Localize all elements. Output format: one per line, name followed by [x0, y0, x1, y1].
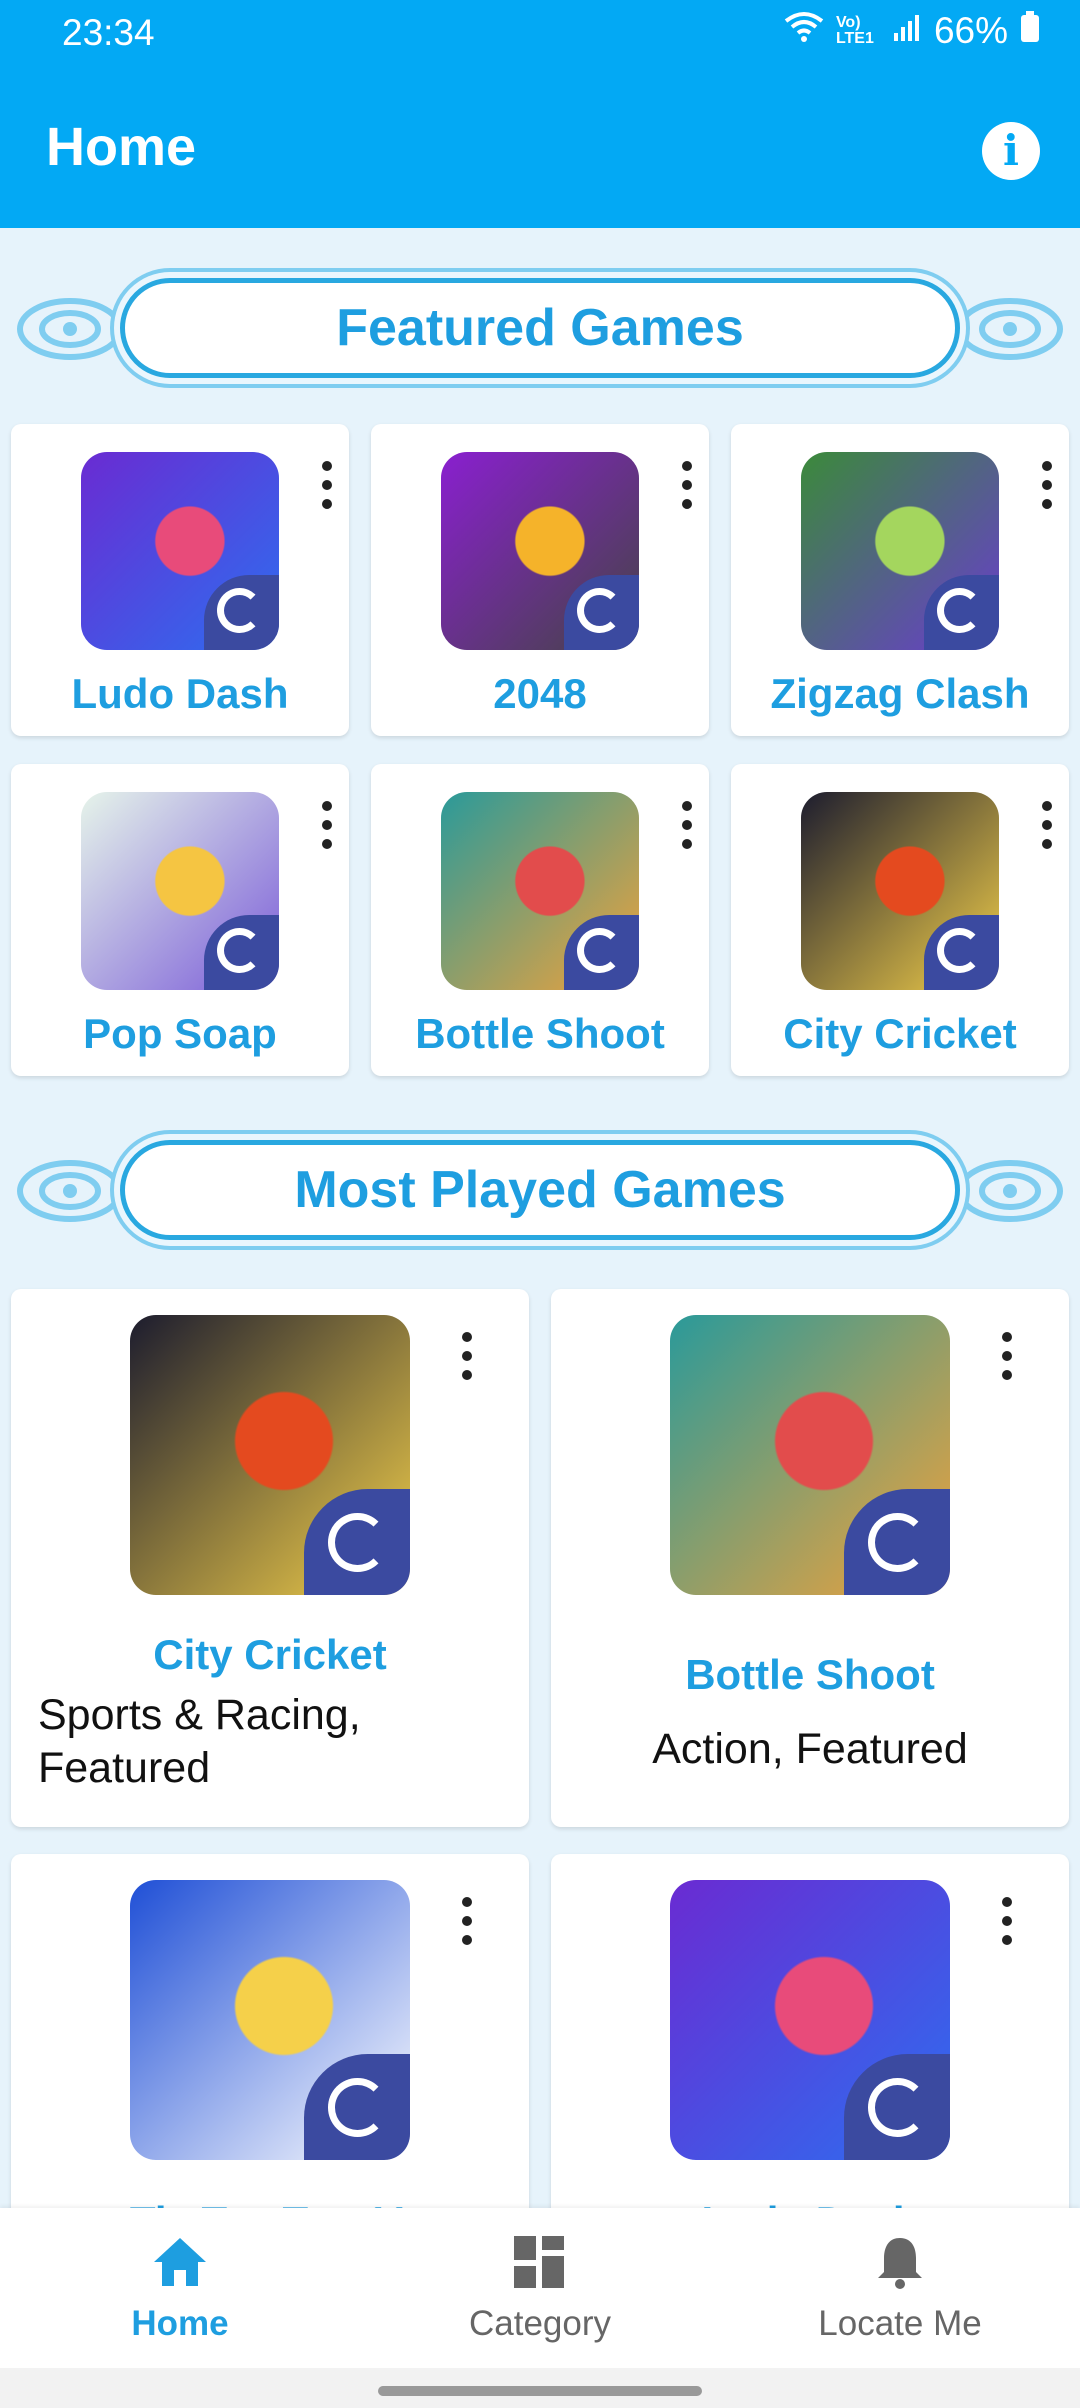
battery-icon: [1020, 10, 1040, 52]
game-thumbnail: [670, 1880, 950, 2160]
nav-home[interactable]: Home: [0, 2208, 360, 2368]
lte-label: Vo) LTE1: [835, 14, 874, 47]
featured-card[interactable]: Bottle Shoot: [371, 764, 709, 1076]
more-options-icon[interactable]: [1037, 456, 1057, 516]
game-categories: Sports & Racing, Featured: [38, 1691, 361, 1792]
nav-locate-me-label: Locate Me: [818, 2304, 982, 2343]
game-categories: Action, Featured: [652, 1725, 968, 1773]
bottom-navigation: Home Category Locate Me: [0, 2208, 1080, 2368]
app-bar: Home i: [0, 70, 1080, 228]
game-name: 2048: [493, 670, 587, 717]
featured-heading-pill: Featured Games: [120, 278, 960, 378]
status-icons: Vo) LTE1 66%: [784, 10, 1040, 52]
gamezop-badge-icon: [843, 1488, 950, 1595]
featured-card[interactable]: Zigzag Clash: [731, 424, 1069, 736]
game-thumbnail: [81, 452, 279, 650]
game-thumbnail: [81, 792, 279, 990]
gamezop-badge-icon: [303, 1488, 410, 1595]
more-options-icon[interactable]: [317, 456, 337, 516]
gesture-handle[interactable]: [378, 2386, 702, 2396]
game-thumbnail: [441, 792, 639, 990]
game-name: Bottle Shoot: [415, 1010, 665, 1057]
most-played-heading: Most Played Games: [294, 1161, 786, 1219]
nav-locate-me[interactable]: Locate Me: [720, 2208, 1080, 2368]
more-options-icon[interactable]: [997, 1327, 1017, 1387]
most-played-card[interactable]: City Cricket Sports & Racing, Featured: [11, 1289, 529, 1827]
gamezop-badge-icon: [923, 574, 999, 650]
more-options-icon[interactable]: [1037, 796, 1057, 856]
more-options-icon[interactable]: [997, 1892, 1017, 1952]
featured-card[interactable]: 2048: [371, 424, 709, 736]
game-name: Ludo Dash: [71, 670, 289, 717]
game-name: City Cricket: [153, 1631, 387, 1678]
more-options-icon[interactable]: [677, 796, 697, 856]
gamezop-badge-icon: [843, 2053, 950, 2160]
game-thumbnail: [130, 1315, 410, 1595]
wifi-icon: [784, 10, 824, 52]
gamezop-badge-icon: [203, 574, 279, 650]
info-icon[interactable]: i: [982, 122, 1040, 180]
featured-card[interactable]: City Cricket: [731, 764, 1069, 1076]
featured-games-banner: Featured Games: [0, 254, 1080, 404]
status-time: 23:34: [62, 12, 155, 53]
most-played-banner: Most Played Games: [0, 1116, 1080, 1266]
gamezop-badge-icon: [563, 574, 639, 650]
more-options-icon[interactable]: [457, 1327, 477, 1387]
gamezop-badge-icon: [923, 914, 999, 990]
more-options-icon[interactable]: [677, 456, 697, 516]
game-thumbnail: [801, 792, 999, 990]
more-options-icon[interactable]: [457, 1892, 477, 1952]
gamezop-badge-icon: [563, 914, 639, 990]
battery-level: 66%: [933, 10, 1008, 51]
game-thumbnail: [801, 452, 999, 650]
featured-card[interactable]: Ludo Dash: [11, 424, 349, 736]
status-bar: 23:34 Vo) LTE1 66%: [0, 0, 1080, 70]
nav-category-label: Category: [468, 2304, 612, 2343]
game-name: Zigzag Clash: [770, 670, 1030, 717]
featured-card[interactable]: Pop Soap: [11, 764, 349, 1076]
more-options-icon[interactable]: [317, 796, 337, 856]
nav-home-label: Home: [131, 2304, 229, 2343]
home-icon: [154, 2238, 206, 2286]
most-played-card[interactable]: Ludo Dash: [551, 1854, 1069, 2254]
nav-category[interactable]: Category: [360, 2208, 720, 2368]
game-thumbnail: [441, 452, 639, 650]
game-thumbnail: [130, 1880, 410, 2160]
featured-heading: Featured Games: [336, 299, 744, 357]
most-played-heading-pill: Most Played Games: [120, 1140, 960, 1240]
grid-icon: [514, 2236, 564, 2288]
page-title: Home: [46, 117, 197, 177]
game-name: Bottle Shoot: [685, 1651, 935, 1698]
most-played-card[interactable]: Bottle Shoot Action, Featured: [551, 1289, 1069, 1827]
gamezop-badge-icon: [303, 2053, 410, 2160]
game-name: City Cricket: [783, 1010, 1017, 1057]
bell-icon: [878, 2238, 922, 2289]
signal-icon: [892, 10, 922, 52]
game-name: Pop Soap: [83, 1010, 277, 1057]
game-thumbnail: [670, 1315, 950, 1595]
most-played-card[interactable]: Tic Tac Toe 11: [11, 1854, 529, 2254]
gamezop-badge-icon: [203, 914, 279, 990]
